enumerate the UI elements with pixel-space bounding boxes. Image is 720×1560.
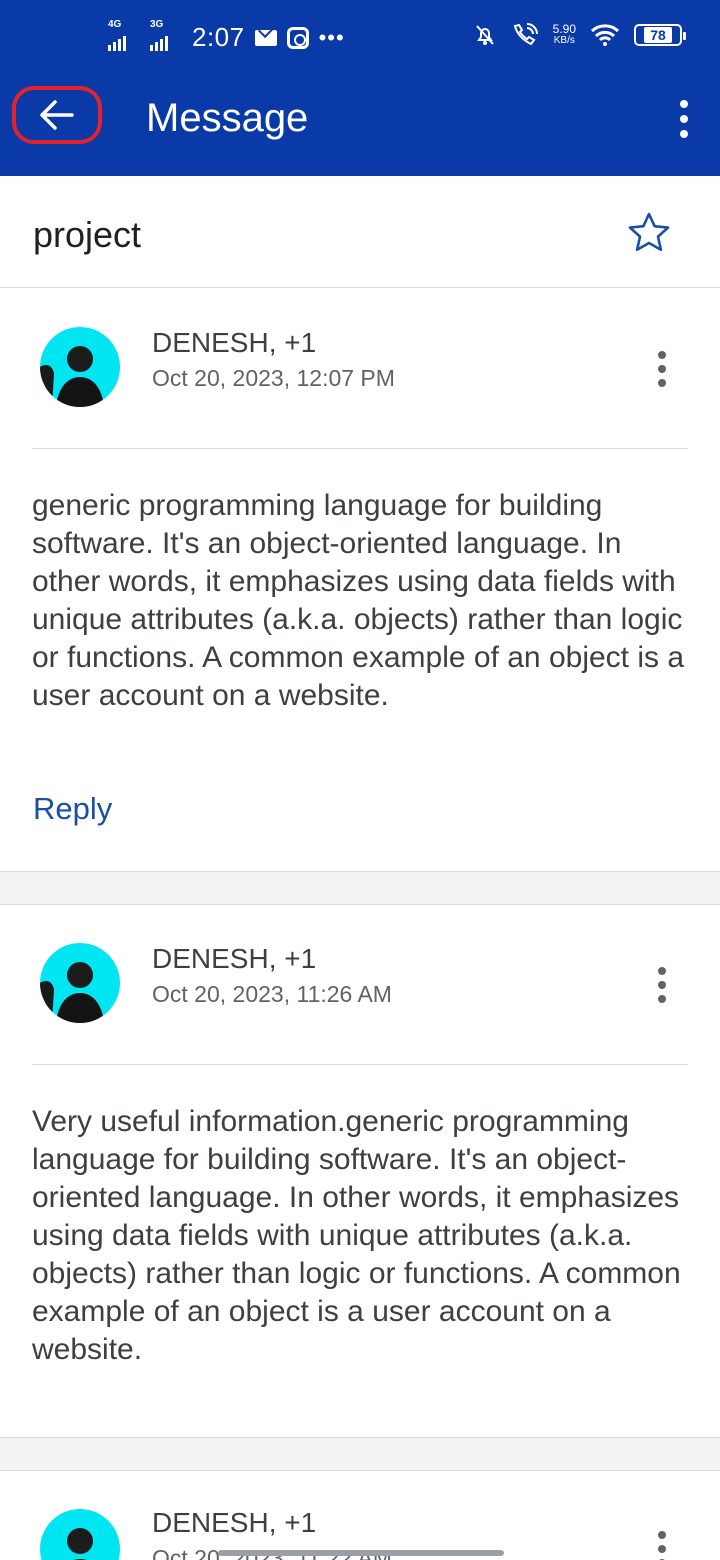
thread-subject: project [33,214,142,255]
dot-icon [658,379,666,387]
message-body: generic programming language for buildin… [32,489,685,712]
signal-4g-icon: 4G [108,19,140,51]
dot-icon [658,995,666,1003]
dot-icon [658,365,666,373]
mail-notification-icon [254,29,277,46]
network-speed: 5.90 KB/s [553,23,576,47]
dot-icon [658,351,666,359]
dot-icon [680,130,688,138]
message-separator [0,871,720,905]
more-notifications-icon: ••• [318,24,345,50]
battery-icon: 78 [634,24,686,46]
message-body: Very useful information.generic programm… [32,1105,681,1366]
arrow-left-icon [40,100,74,130]
back-button[interactable] [12,86,102,144]
more-options-button[interactable] [678,100,690,138]
divider [32,448,688,449]
page-title: Message [146,96,309,140]
avatar-image [40,327,120,407]
status-right: 5.90 KB/s 78 [473,22,686,48]
message-options-button[interactable] [656,351,668,387]
signal-3g-icon: 3G [150,19,182,51]
message-date: Oct 20, 2023, 12:07 PM [152,365,395,391]
wifi-icon [590,24,620,46]
avatar[interactable] [40,1509,120,1560]
status-left: 4G 3G 2:07 ••• [108,19,345,53]
star-icon[interactable] [626,210,672,256]
divider [32,1064,688,1065]
avatar[interactable] [40,327,120,407]
battery-level: 78 [644,27,672,43]
message-card: DENESH, +1 Oct 20, 2023, 12:07 PM generi… [0,289,720,871]
dot-icon [658,1531,666,1539]
message-options-button[interactable] [656,967,668,1003]
dot-icon [658,1545,666,1553]
speed-value: 5.90 [552,22,576,36]
sender-name: DENESH, +1 [152,943,317,974]
avatar-image [40,1509,120,1560]
wifi-call-icon [513,23,538,46]
dot-icon [658,967,666,975]
message-card: DENESH, +1 Oct 20, 2023, 11:22 AM [0,1471,720,1560]
dot-icon [658,981,666,989]
mute-bell-icon [475,25,494,45]
instagram-notification-icon [286,26,309,49]
message-separator [0,1437,720,1471]
avatar[interactable] [40,943,120,1023]
message-options-button[interactable] [656,1531,668,1560]
reply-link[interactable]: Reply [33,791,112,827]
status-bar: 4G 3G 2:07 ••• 5.90 KB/s 78 [0,0,720,64]
sender-name: DENESH, +1 [152,327,317,358]
home-indicator[interactable] [218,1550,504,1556]
network-type-label: 3G [150,18,164,30]
network-type-label: 4G [108,18,122,30]
dot-icon [680,100,688,108]
speed-unit: KB/s [553,35,575,46]
avatar-image [40,943,120,1023]
app-bar: Message [0,64,720,176]
sender-name: DENESH, +1 [152,1507,317,1538]
dot-icon [680,115,688,123]
message-card: DENESH, +1 Oct 20, 2023, 11:26 AM Very u… [0,905,720,1437]
subject-row: project [0,176,720,288]
message-date: Oct 20, 2023, 11:26 AM [152,981,392,1007]
status-time: 2:07 [192,22,245,52]
